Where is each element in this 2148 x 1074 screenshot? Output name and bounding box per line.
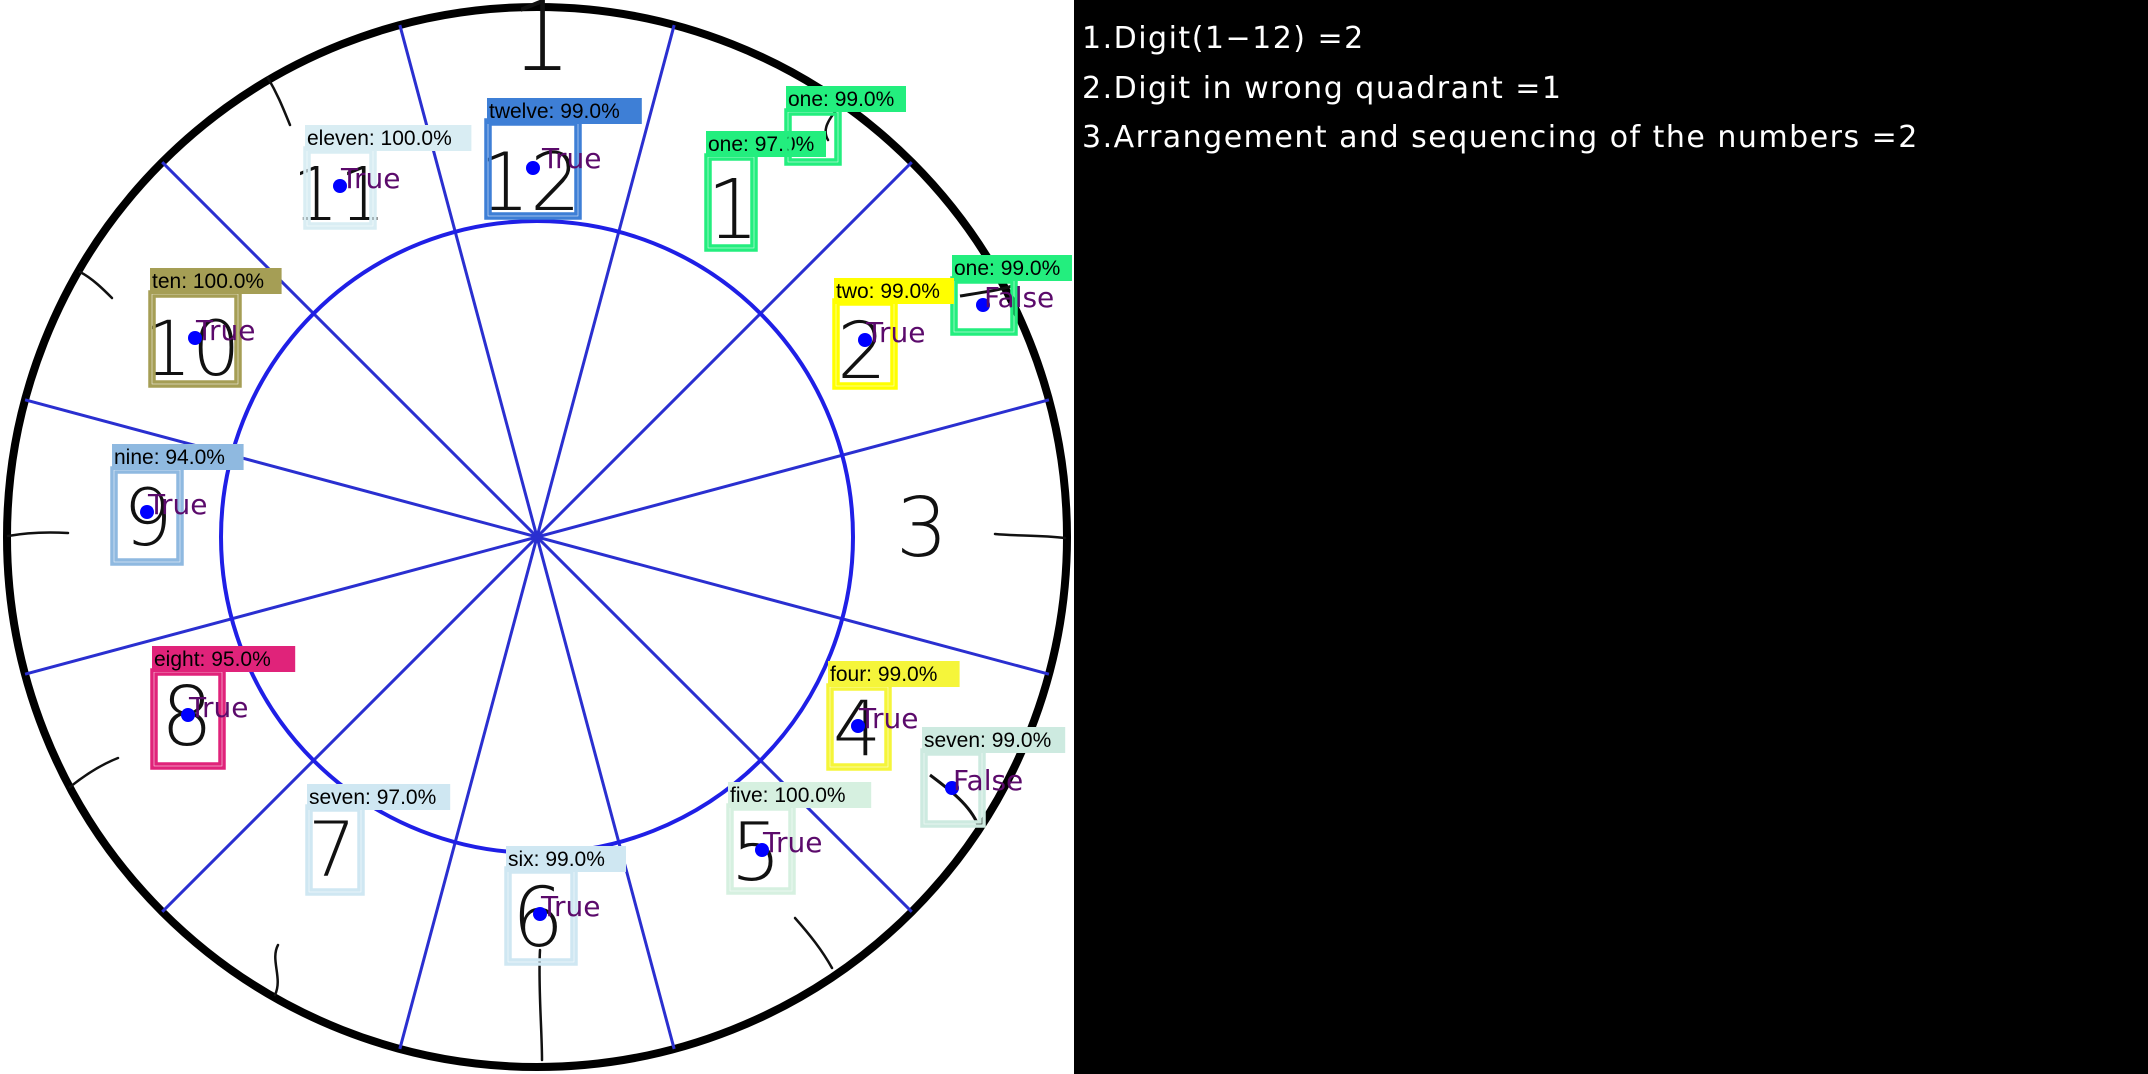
detection-center-dot — [526, 161, 540, 175]
tick-mark — [793, 916, 834, 970]
detection-label: two: 99.0% — [836, 280, 940, 303]
detection-verdict: False — [953, 764, 1023, 797]
score-wrong-quadrant: 2.Digit in wrong quadrant =1 — [1082, 71, 1563, 106]
tick-mark — [538, 948, 544, 1062]
detection-label: eleven: 100.0% — [307, 127, 452, 150]
tick-mark — [6, 531, 70, 538]
tick-mark — [68, 756, 120, 789]
handwritten-7: 7 — [308, 805, 356, 894]
detection-label: one: 99.0% — [788, 88, 894, 111]
detection-label: one: 99.0% — [954, 257, 1060, 280]
detection-verdict: True — [340, 162, 400, 195]
detection-label: ten: 100.0% — [152, 270, 264, 293]
tick-mark — [266, 76, 292, 127]
detection-label: four: 99.0% — [830, 663, 937, 686]
detection-label: five: 100.0% — [730, 784, 846, 807]
tick-mark — [993, 532, 1067, 540]
tick-mark — [78, 270, 114, 300]
detection-label: seven: 99.0% — [924, 729, 1051, 752]
detection-verdict: True — [540, 890, 600, 923]
handwritten-3: 3 — [896, 481, 948, 576]
detection-verdict: True — [541, 142, 601, 175]
detection-label: eight: 95.0% — [154, 648, 271, 671]
tick-mark — [273, 943, 280, 997]
detection-label: one: 97.0% — [708, 133, 814, 156]
clock-drawing-panel: 12 1 1 2 3 4 5 6 7 8 9 10 11 twelve: 99.… — [0, 0, 1074, 1074]
score-panel: 1.Digit(1−12) =2 2.Digit in wrong quadra… — [1074, 0, 2148, 1074]
detection-label: twelve: 99.0% — [489, 100, 620, 123]
detection-verdict: True — [147, 488, 207, 521]
detection-verdict: True — [195, 314, 255, 347]
detection-label: six: 99.0% — [508, 848, 605, 871]
handwritten-1-upper: 1 — [510, 0, 571, 93]
detection-verdict: True — [858, 702, 918, 735]
score-digit-count: 1.Digit(1−12) =2 — [1082, 21, 1365, 56]
detection-verdict: False — [984, 281, 1054, 314]
detection-verdict: True — [865, 316, 925, 349]
detection-verdict: True — [762, 826, 822, 859]
detection-label: nine: 94.0% — [114, 446, 225, 469]
score-arrangement: 3.Arrangement and sequencing of the numb… — [1082, 120, 1919, 155]
clock-drawing: 12 1 1 2 3 4 5 6 7 8 9 10 11 twelve: 99.… — [3, 0, 1072, 1071]
detection-verdict: True — [188, 691, 248, 724]
detection-label: seven: 97.0% — [309, 786, 436, 809]
